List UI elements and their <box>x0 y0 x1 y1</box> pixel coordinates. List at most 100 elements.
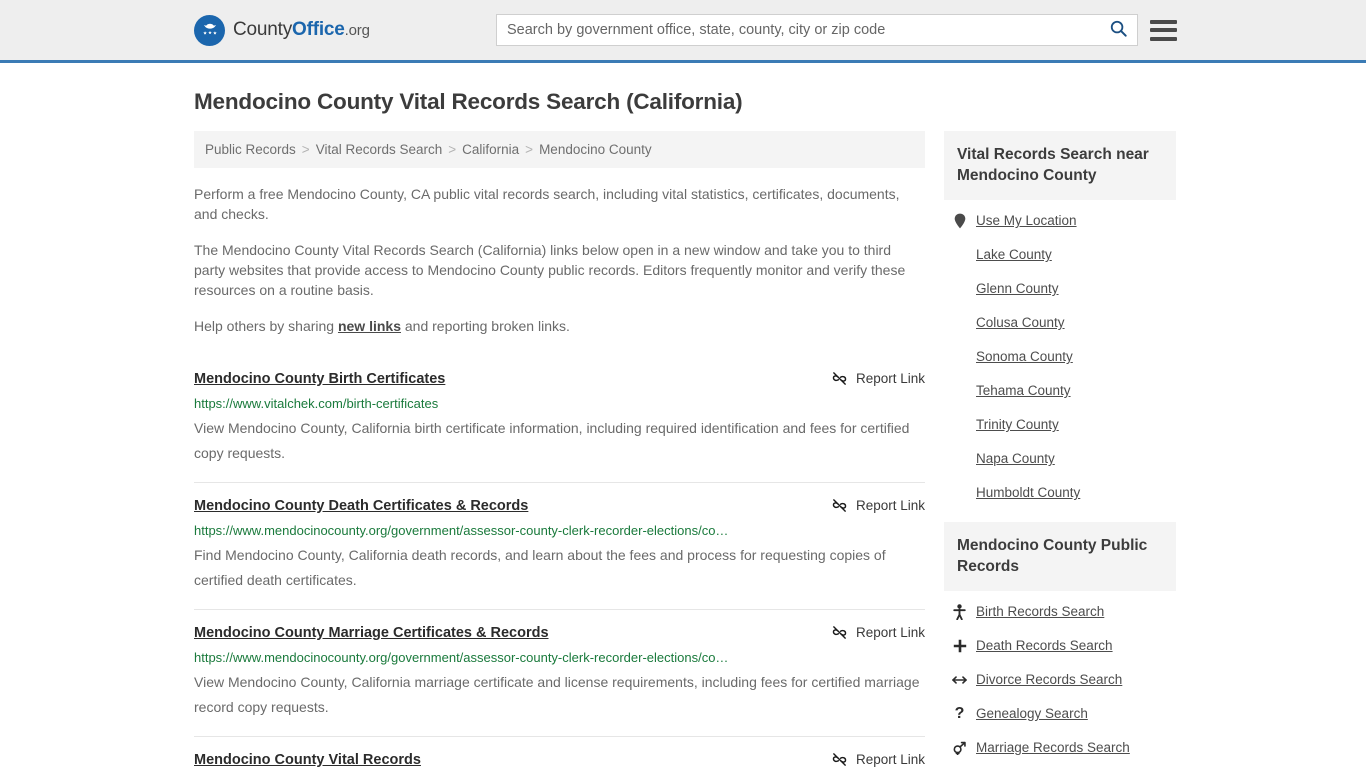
page-container: Mendocino County Vital Records Search (C… <box>0 89 1366 768</box>
nearby-county-item[interactable]: Glenn County <box>952 280 1176 298</box>
nearby-county-item[interactable]: Trinity County <box>952 416 1176 434</box>
broken-link-icon <box>831 497 848 514</box>
brand-bold: Office <box>292 19 345 40</box>
new-links-link[interactable]: new links <box>338 318 401 334</box>
result-description: Find Mendocino County, California death … <box>194 547 886 588</box>
nearby-county-item-label: Lake County <box>976 247 1052 262</box>
breadcrumb-item[interactable]: California <box>462 142 519 157</box>
nearby-county-item[interactable]: Humboldt County <box>952 484 1176 502</box>
report-link-button[interactable]: Report Link <box>831 497 925 514</box>
content-columns: Public Records > Vital Records Search > Cali… <box>194 131 1176 768</box>
public-record-item[interactable]: Birth Records Search <box>952 603 1176 621</box>
nearby-county-item-label: Tehama County <box>976 383 1071 398</box>
intro-paragraph-2: The Mendocino County Vital Records Searc… <box>194 242 906 298</box>
result-item: Mendocino County Death Certificates & Re… <box>194 483 925 610</box>
nearby-county-item-label: Napa County <box>976 451 1055 466</box>
search-bar <box>496 14 1138 46</box>
nearby-county-item[interactable]: Tehama County <box>952 382 1176 400</box>
result-header: Mendocino County Marriage Certificates &… <box>194 624 925 642</box>
report-link-button[interactable]: Report Link <box>831 370 925 387</box>
result-title-link[interactable]: Mendocino County Vital Records <box>194 751 421 768</box>
brand-suffix: .org <box>344 22 370 39</box>
nearby-search-heading: Vital Records Search near Mendocino Coun… <box>944 131 1176 200</box>
nearby-county-item[interactable]: Sonoma County <box>952 348 1176 366</box>
result-url[interactable]: https://www.mendocinocounty.org/governme… <box>194 523 925 539</box>
site-header: CountyOffice.org <box>0 0 1366 63</box>
public-record-item[interactable]: Marriage Records Search <box>952 739 1176 757</box>
nearby-county-item-label: Use My Location <box>976 213 1077 228</box>
hamburger-menu-icon[interactable] <box>1150 19 1177 41</box>
breadcrumb-item[interactable]: Mendocino County <box>539 142 652 157</box>
map-pin-icon <box>952 213 967 229</box>
result-title-link[interactable]: Mendocino County Marriage Certificates &… <box>194 624 549 642</box>
intro-section: Perform a free Mendocino County, CA publ… <box>194 184 925 336</box>
breadcrumb: Public Records > Vital Records Search > Cali… <box>194 131 925 168</box>
public-records-panel: Mendocino County Public Records Birth Re… <box>944 522 1176 757</box>
report-link-label: Report Link <box>855 371 925 386</box>
public-record-item-label: Divorce Records Search <box>976 672 1123 687</box>
nearby-county-item[interactable]: Lake County <box>952 246 1176 264</box>
public-record-item[interactable]: Death Records Search <box>952 637 1176 655</box>
broken-link-icon <box>831 751 848 768</box>
intro-text-before: Help others by sharing <box>194 318 338 334</box>
nearby-search-panel: Vital Records Search near Mendocino Coun… <box>944 131 1176 502</box>
result-item: Mendocino County Vital Records Report Lin… <box>194 737 925 768</box>
public-records-heading: Mendocino County Public Records <box>944 522 1176 591</box>
search-input[interactable] <box>497 15 1099 45</box>
result-description: View Mendocino County, California birth … <box>194 420 910 461</box>
broken-link-icon <box>831 624 848 641</box>
breadcrumb-separator: > <box>448 142 457 157</box>
brand-prefix: County <box>233 19 293 40</box>
results-list: Mendocino County Birth Certificates Repor… <box>194 354 925 768</box>
eagle-shield-logo-icon <box>194 14 225 46</box>
sidebar: Vital Records Search near Mendocino Coun… <box>944 131 1176 768</box>
public-record-item[interactable]: Divorce Records Search <box>952 671 1176 689</box>
nearby-county-item[interactable]: Colusa County <box>952 314 1176 332</box>
nearby-county-item-label: Trinity County <box>976 417 1059 432</box>
site-logo[interactable]: CountyOffice.org <box>194 14 370 46</box>
site-logo-text: CountyOffice.org <box>233 19 370 41</box>
result-item: Mendocino County Birth Certificates Repor… <box>194 354 925 483</box>
result-description: View Mendocino County, California marria… <box>194 674 920 715</box>
result-header: Mendocino County Death Certificates & Re… <box>194 497 925 515</box>
nearby-county-item-label: Humboldt County <box>976 485 1081 500</box>
search-icon <box>1109 19 1128 41</box>
nearby-county-item[interactable]: Napa County <box>952 450 1176 468</box>
public-record-item-label: Death Records Search <box>976 638 1113 653</box>
breadcrumb-item[interactable]: Vital Records Search <box>316 142 443 157</box>
question-mark-icon: ? <box>954 705 965 722</box>
result-item: Mendocino County Marriage Certificates &… <box>194 610 925 737</box>
public-records-list: Birth Records Search Death Records Search… <box>944 591 1176 757</box>
double-arrow-icon <box>952 674 967 686</box>
breadcrumb-separator: > <box>301 142 310 157</box>
intro-text-after: and reporting broken links. <box>401 318 570 334</box>
gender-symbols-icon <box>952 741 967 755</box>
public-record-item-label: Marriage Records Search <box>976 740 1130 755</box>
breadcrumb-item[interactable]: Public Records <box>205 142 296 157</box>
report-link-button[interactable]: Report Link <box>831 751 925 768</box>
result-title-link[interactable]: Mendocino County Birth Certificates <box>194 370 445 388</box>
public-record-item[interactable]: ? Genealogy Search <box>952 705 1176 723</box>
breadcrumb-separator: > <box>525 142 534 157</box>
hamburger-bar <box>1150 36 1177 41</box>
main-column: Public Records > Vital Records Search > Cali… <box>194 131 925 768</box>
nearby-county-item-label: Sonoma County <box>976 349 1073 364</box>
search-button[interactable] <box>1099 15 1137 45</box>
report-link-label: Report Link <box>855 498 925 513</box>
public-record-item-label: Genealogy Search <box>976 706 1088 721</box>
result-title-link[interactable]: Mendocino County Death Certificates & Re… <box>194 497 528 515</box>
nearby-county-item-label: Colusa County <box>976 315 1065 330</box>
cross-icon <box>952 639 967 653</box>
broken-link-icon <box>831 370 848 387</box>
result-header: Mendocino County Vital Records Report Lin… <box>194 751 925 768</box>
hamburger-bar <box>1150 19 1177 24</box>
result-url[interactable]: https://www.vitalchek.com/birth-certific… <box>194 396 925 412</box>
baby-icon <box>952 604 967 620</box>
page-title: Mendocino County Vital Records Search (C… <box>194 89 743 114</box>
nearby-county-list: Use My Location Lake County Glenn County Co… <box>944 200 1176 502</box>
report-link-label: Report Link <box>855 625 925 640</box>
nearby-county-item-label: Glenn County <box>976 281 1059 296</box>
result-url[interactable]: https://www.mendocinocounty.org/governme… <box>194 650 925 666</box>
nearby-county-item[interactable]: Use My Location <box>952 212 1176 230</box>
report-link-button[interactable]: Report Link <box>831 624 925 641</box>
